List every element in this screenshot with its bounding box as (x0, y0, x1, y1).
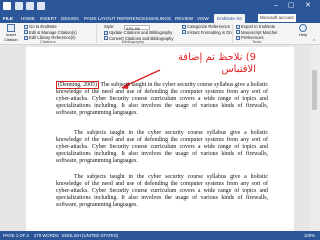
categorize-label: Categorize References (187, 24, 230, 29)
insert-citation-icon (7, 24, 15, 32)
tab-review[interactable]: REVIEW (175, 14, 193, 23)
library-icon (24, 35, 28, 40)
ribbon-tabs: FILE HOME INSERT DESIGN PAGE LAYOUT REFE… (0, 13, 320, 23)
annotation-note: 9) نلاحظ تم إضافة الاقتباس (177, 52, 256, 75)
convert-icon (104, 36, 108, 40)
tab-mailings[interactable]: MAILINGS (149, 14, 171, 23)
scrollbar-thumb[interactable] (312, 70, 317, 110)
edit-citation-icon (24, 30, 28, 34)
endnote-ribbon: Insert Citation Go to EndNote Edit & Man… (0, 23, 320, 45)
paragraph-3[interactable]: The subjects taught in the cyber securit… (56, 174, 268, 209)
update-icon (104, 30, 108, 35)
minimize-button[interactable]: – (270, 1, 282, 11)
group-citations-label: Citations (40, 38, 56, 44)
word-count[interactable]: 279 WORDS (34, 233, 59, 238)
group-bibliography-label: Bibliography (122, 38, 145, 44)
help-button[interactable]: Help (296, 24, 310, 38)
tab-home[interactable]: HOME (21, 14, 35, 23)
title-bar: – ▢ ✕ (0, 0, 320, 13)
status-bar: PAGE 1 OF 2 279 WORDS ENGLISH (UNITED ST… (0, 231, 320, 240)
help-icon (299, 24, 307, 32)
redo-icon[interactable] (37, 2, 45, 10)
goto-endnote-label: Go to EndNote (29, 24, 57, 29)
paragraph-1[interactable]: (Denning, 2005) The subjects taught in t… (56, 81, 268, 117)
tab-insert[interactable]: INSERT (40, 14, 57, 23)
save-icon[interactable] (15, 2, 23, 10)
zoom-level[interactable]: 100% (304, 233, 315, 238)
manuscript-icon (236, 30, 240, 34)
citation-denning[interactable]: (Denning, 2005) (56, 81, 99, 89)
export-endnote-label: Export to EndNote (241, 24, 276, 29)
endnote-icon (24, 24, 28, 29)
tab-view[interactable]: VIEW (197, 14, 209, 23)
language-indicator[interactable]: ENGLISH (UNITED STATES) (62, 233, 118, 238)
instant-format-icon (182, 30, 186, 34)
word-logo-icon (3, 2, 11, 10)
tab-file[interactable]: FILE (3, 14, 13, 23)
help-label: Help (298, 32, 308, 37)
instant-formatting-button[interactable]: Instant Formatting is On (182, 30, 232, 36)
edit-manage-label: Edit & Manage Citation(s) (29, 29, 77, 35)
tab-page-layout[interactable]: PAGE LAYOUT (84, 14, 116, 23)
export-icon (236, 24, 240, 29)
categorize-icon (182, 24, 186, 29)
manuscript-label: Manuscript Matcher (241, 29, 278, 35)
insert-citation-label: Insert Citation (4, 32, 18, 42)
preferences-icon (236, 35, 240, 40)
tab-design[interactable]: DESIGN (61, 14, 79, 23)
instant-format-label: Instant Formatting is On (187, 29, 232, 35)
tab-endnote[interactable]: EndNote X6 (214, 14, 245, 23)
tab-references[interactable]: REFERENCES (117, 14, 148, 23)
paragraph-2[interactable]: The subjects taught in the cyber securit… (56, 130, 268, 165)
group-divider (232, 25, 233, 43)
insert-citation-button[interactable]: Insert Citation (2, 24, 20, 42)
undo-icon[interactable] (26, 2, 34, 10)
account-button[interactable]: Microsoft account (258, 14, 296, 22)
group-divider (96, 25, 97, 43)
close-button[interactable]: ✕ (302, 1, 314, 11)
update-citations-label: Update Citations and Bibliography (109, 30, 173, 35)
group-tools-label: Tools (252, 38, 262, 44)
word-window: – ▢ ✕ FILE HOME INSERT DESIGN PAGE LAYOU… (0, 0, 320, 240)
page-count[interactable]: PAGE 1 OF 2 (3, 233, 29, 238)
restore-button[interactable]: ▢ (285, 1, 297, 11)
